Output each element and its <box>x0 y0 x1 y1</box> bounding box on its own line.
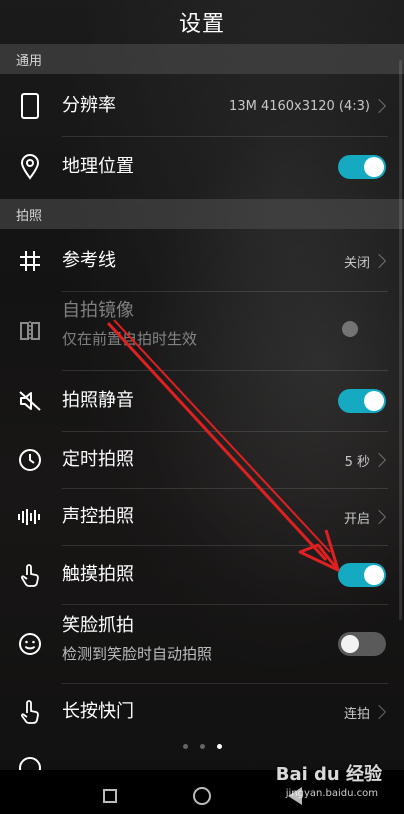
home-button[interactable] <box>193 787 211 805</box>
annotation-arrow <box>106 319 340 572</box>
watermark-url: jingyan.baidu.com <box>285 788 378 799</box>
watermark-logo: Bai du 经验 <box>275 764 382 785</box>
camera-settings-panel: 设置 通用 分辨率 13M 4160x3120 (4:3) 地理位置 拍照 参考… <box>0 0 404 814</box>
recent-apps-button[interactable] <box>103 789 117 803</box>
